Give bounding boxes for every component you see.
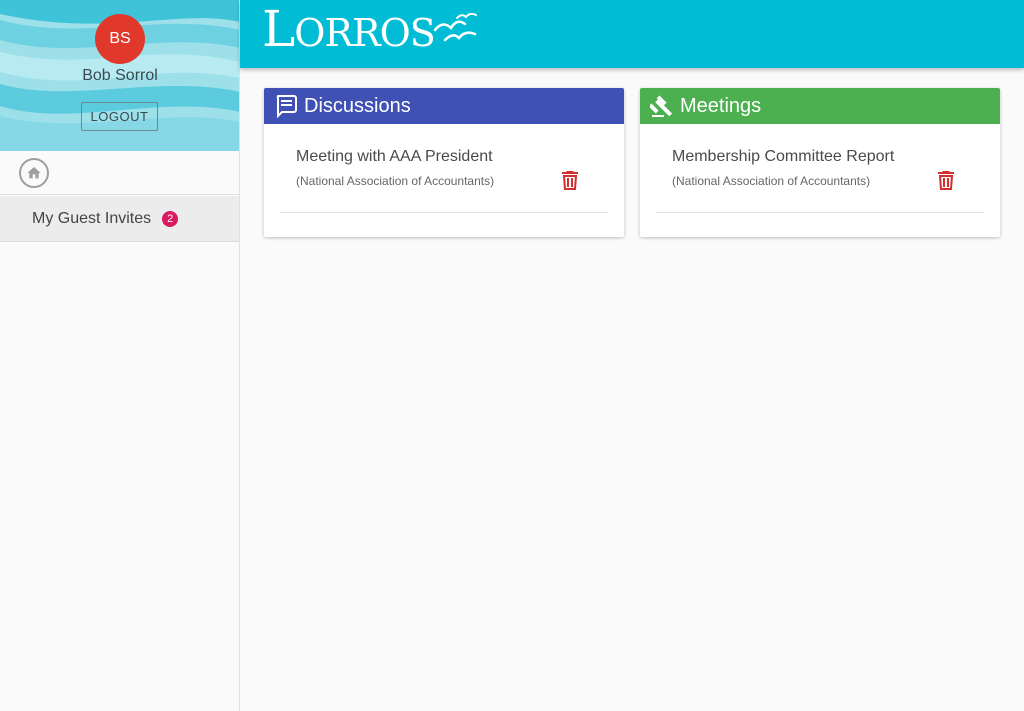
avatar: BS: [95, 14, 145, 64]
meeting-item-title[interactable]: Membership Committee Report: [672, 148, 894, 166]
seagulls-icon: [433, 12, 477, 42]
gavel-icon: [650, 95, 673, 117]
app-header: LORROS: [240, 0, 1024, 68]
meetings-card-header: Meetings: [640, 88, 1000, 124]
meetings-card: Meetings Membership Committee Report (Na…: [640, 88, 1000, 237]
delete-icon[interactable]: [934, 168, 958, 192]
invites-count-badge: 2: [162, 210, 179, 227]
delete-icon[interactable]: [558, 168, 582, 192]
logo-text: LORROS: [262, 0, 436, 58]
home-row: [0, 151, 239, 195]
meeting-item[interactable]: Membership Committee Report (National As…: [656, 124, 984, 213]
sidebar: BS Bob Sorrol LOGOUT My Guest Invites 2: [0, 0, 240, 711]
lorros-logo[interactable]: LORROS: [262, 0, 479, 58]
discussion-item-title[interactable]: Meeting with AAA President: [296, 148, 493, 166]
discussions-title: Discussions: [304, 94, 411, 117]
logout-button[interactable]: LOGOUT: [81, 102, 158, 131]
discussion-icon: [276, 95, 297, 118]
meetings-title: Meetings: [680, 94, 762, 117]
home-icon[interactable]: [19, 158, 49, 188]
user-name: Bob Sorrol: [82, 67, 158, 84]
sidebar-item-guest-invites[interactable]: My Guest Invites 2: [0, 196, 239, 242]
discussions-card: Discussions Meeting with AAA President (…: [264, 88, 624, 237]
meeting-item-subtitle: (National Association of Accountants): [672, 174, 871, 188]
discussion-item[interactable]: Meeting with AAA President (National Ass…: [280, 124, 608, 213]
sidebar-item-label: My Guest Invites: [32, 209, 152, 227]
discussion-item-subtitle: (National Association of Accountants): [296, 174, 495, 188]
discussions-card-header: Discussions: [264, 88, 624, 124]
profile-panel: BS Bob Sorrol LOGOUT: [0, 0, 239, 151]
